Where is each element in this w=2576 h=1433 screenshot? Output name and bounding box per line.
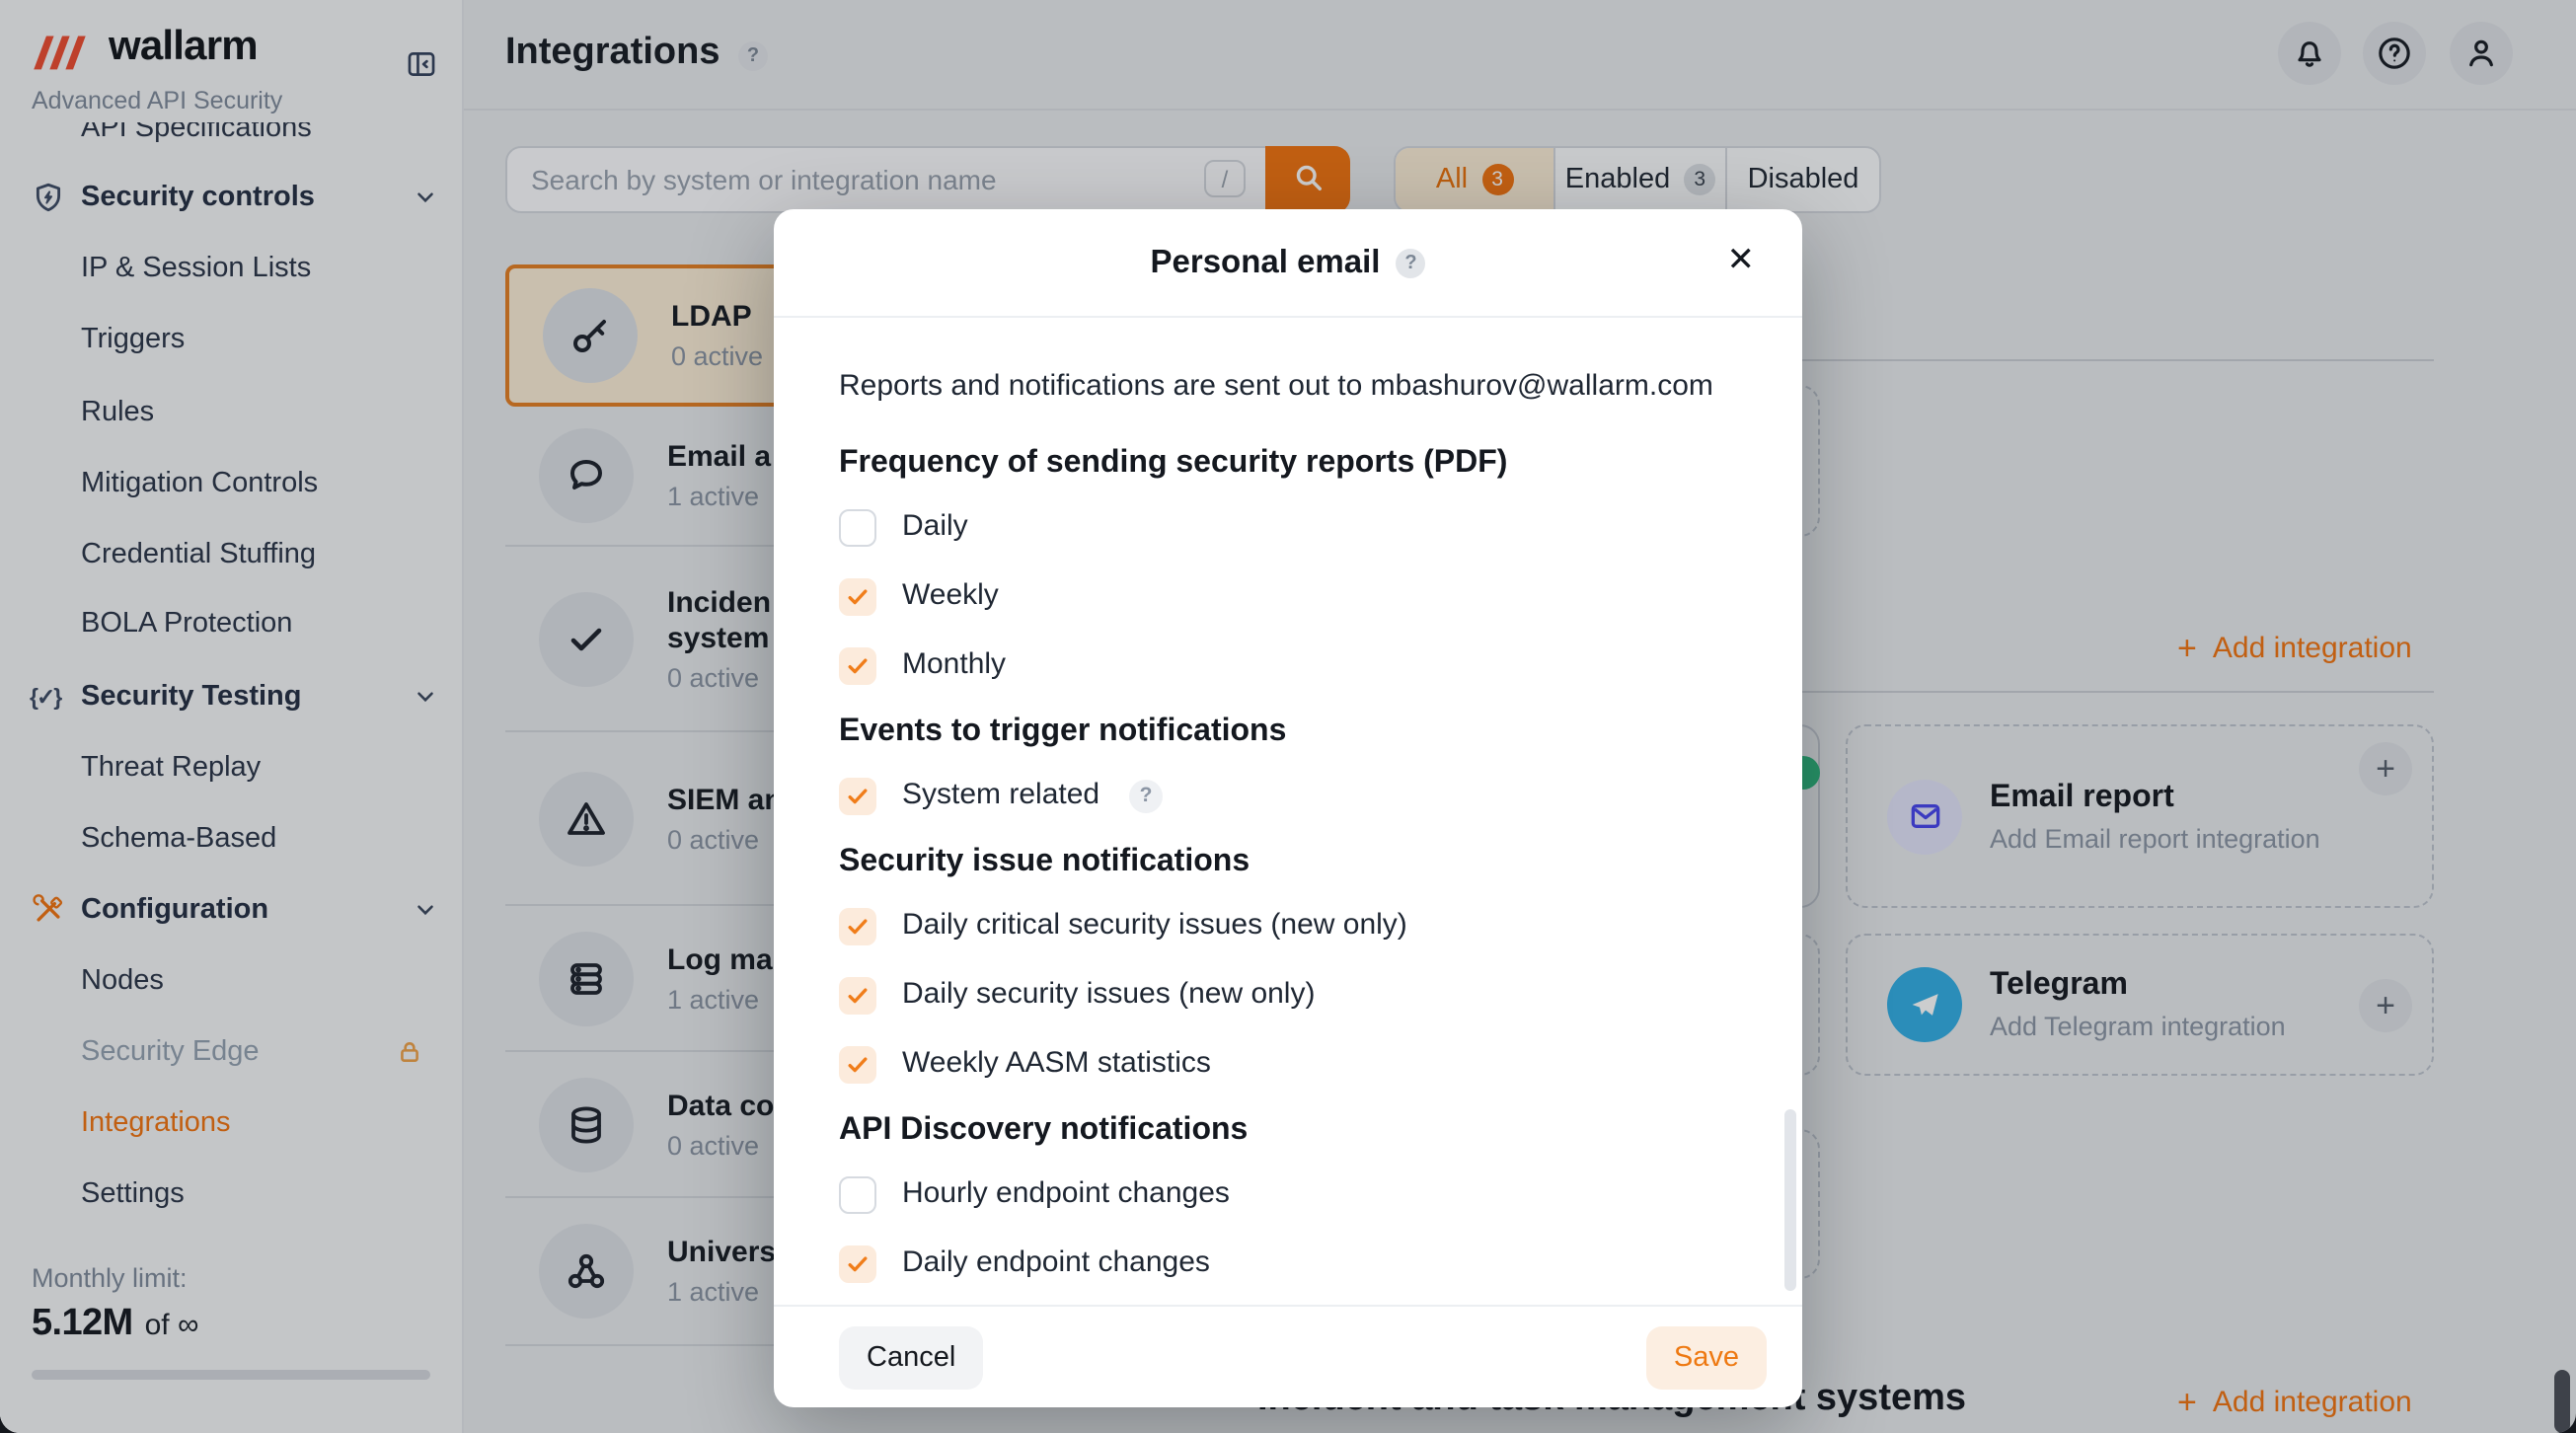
checkbox[interactable] <box>839 1244 876 1282</box>
section-heading-security-issues: Security issue notifications <box>839 841 1737 884</box>
option-daily-endpoint[interactable]: Daily endpoint changes <box>839 1244 1737 1283</box>
modal-scrollbar-thumb[interactable] <box>1784 1109 1796 1291</box>
page-scrollbar-thumb[interactable] <box>2554 1370 2570 1433</box>
option-help-icon[interactable]: ? <box>1129 779 1163 812</box>
personal-email-modal: Personal email ? ✕ Reports and notificat… <box>774 209 1802 1407</box>
checkbox[interactable] <box>839 646 876 684</box>
modal-intro-text: Reports and notifications are sent out t… <box>839 367 1737 407</box>
option-daily-issues[interactable]: Daily security issues (new only) <box>839 975 1737 1015</box>
checkbox[interactable] <box>839 577 876 615</box>
modal-title: Personal email <box>1151 244 1381 281</box>
option-daily[interactable]: Daily <box>839 507 1737 547</box>
option-weekly[interactable]: Weekly <box>839 576 1737 616</box>
section-heading-events: Events to trigger notifications <box>839 711 1737 754</box>
option-hourly-endpoint[interactable]: Hourly endpoint changes <box>839 1174 1737 1214</box>
modal-header: Personal email ? ✕ <box>774 209 1802 318</box>
close-icon[interactable]: ✕ <box>1727 241 1756 280</box>
cancel-button[interactable]: Cancel <box>839 1326 983 1390</box>
checkbox[interactable] <box>839 1175 876 1213</box>
option-daily-critical-issues[interactable]: Daily critical security issues (new only… <box>839 906 1737 945</box>
save-button[interactable]: Save <box>1646 1326 1767 1390</box>
modal-body: Reports and notifications are sent out t… <box>774 320 1802 1305</box>
checkbox[interactable] <box>839 508 876 546</box>
app-window: API Specifications Security controls IP … <box>0 0 2576 1433</box>
option-monthly[interactable]: Monthly <box>839 645 1737 685</box>
modal-footer: Cancel Save <box>774 1305 1802 1407</box>
option-weekly-aasm[interactable]: Weekly AASM statistics <box>839 1044 1737 1084</box>
checkbox[interactable] <box>839 1045 876 1083</box>
section-heading-frequency: Frequency of sending security reports (P… <box>839 442 1737 486</box>
checkbox[interactable] <box>839 976 876 1014</box>
checkbox[interactable] <box>839 907 876 944</box>
section-heading-api-discovery: API Discovery notifications <box>839 1109 1737 1153</box>
checkbox[interactable] <box>839 777 876 814</box>
modal-help-icon[interactable]: ? <box>1396 248 1425 277</box>
option-system-related[interactable]: System related ? <box>839 776 1737 815</box>
